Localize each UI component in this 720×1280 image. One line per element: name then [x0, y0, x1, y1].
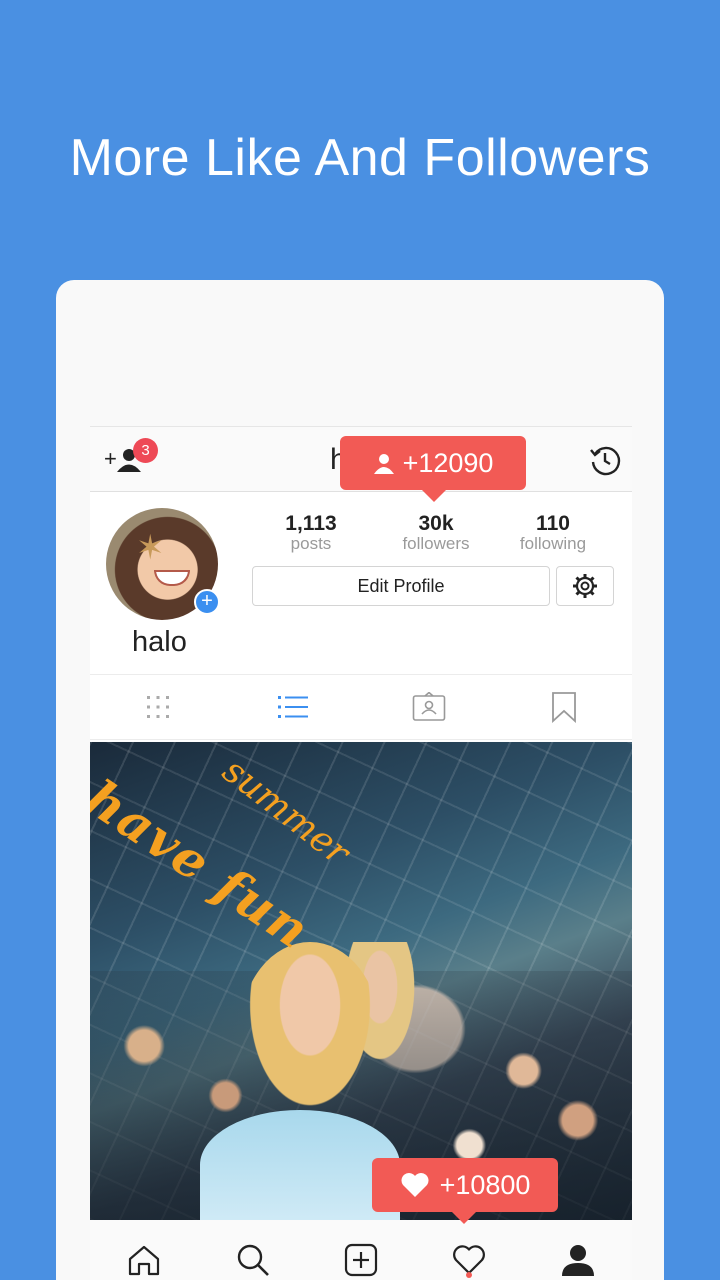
starfish-decoration: ✶	[136, 529, 165, 567]
stat-posts-value: 1,113	[285, 512, 337, 535]
stat-followers[interactable]: 30k followers	[381, 512, 491, 554]
stat-followers-value: 30k	[418, 512, 454, 535]
tab-tagged[interactable]	[361, 675, 497, 739]
tab-grid[interactable]	[90, 675, 226, 739]
profile-icon	[561, 1245, 594, 1276]
phone-card: + 3 h +12090 ✶ + halo 1,113 posts 30k fo…	[56, 280, 664, 1280]
nav-search[interactable]	[198, 1220, 306, 1280]
add-story-button[interactable]: +	[194, 589, 220, 615]
followers-gain-text: +12090	[402, 447, 494, 478]
followers-gain-bubble: +12090	[340, 436, 526, 502]
stat-posts[interactable]: 1,113 posts	[256, 512, 366, 554]
stat-following-value: 110	[536, 512, 570, 535]
profile-tabs	[90, 674, 632, 740]
likes-gain-text: +10800	[439, 1169, 531, 1200]
stat-following[interactable]: 110 following	[498, 512, 608, 554]
heart-icon	[401, 1173, 429, 1197]
person-1-dress	[200, 1110, 400, 1220]
edit-profile-button[interactable]: Edit Profile	[252, 566, 550, 606]
person-1	[240, 942, 380, 1122]
home-icon	[129, 1245, 160, 1276]
activity-dot	[466, 1272, 473, 1278]
tab-saved[interactable]	[497, 675, 633, 739]
history-icon[interactable]	[588, 443, 622, 477]
list-icon	[278, 696, 309, 718]
notification-badge: 3	[133, 438, 158, 463]
avatar-smile	[154, 570, 190, 586]
bottom-nav	[90, 1220, 632, 1280]
stat-followers-label: followers	[402, 534, 470, 553]
svg-text:+: +	[104, 446, 117, 471]
profile-name: halo	[132, 626, 187, 658]
bookmark-icon	[552, 692, 577, 723]
search-icon	[237, 1244, 269, 1276]
tab-list[interactable]	[226, 675, 362, 739]
tagged-icon	[412, 692, 446, 721]
likes-gain-bubble: +10800	[372, 1158, 558, 1224]
settings-button[interactable]	[556, 566, 614, 606]
nav-add-post[interactable]	[307, 1220, 415, 1280]
post-photo[interactable]: have fun summer	[90, 742, 632, 1220]
stat-posts-label: posts	[290, 534, 332, 553]
stat-following-label: following	[519, 534, 587, 553]
gear-icon	[573, 574, 597, 598]
grid-icon	[146, 696, 169, 718]
profile-screen: + 3 h +12090 ✶ + halo 1,113 posts 30k fo…	[90, 426, 632, 1280]
person-icon	[373, 454, 394, 474]
add-post-icon	[344, 1243, 378, 1277]
nav-profile[interactable]	[524, 1220, 632, 1280]
nav-activity[interactable]	[415, 1220, 523, 1280]
headline: More Like And Followers	[69, 129, 651, 187]
activity-heart-icon	[453, 1245, 486, 1275]
nav-home[interactable]	[90, 1220, 198, 1280]
